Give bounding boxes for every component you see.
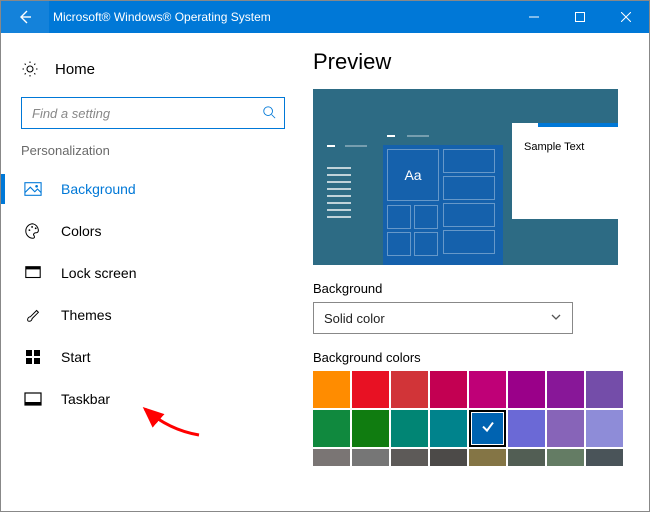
color-swatch[interactable] bbox=[352, 449, 389, 466]
color-swatch[interactable] bbox=[469, 410, 506, 447]
desktop-preview: Aa Sample Text bbox=[313, 89, 618, 265]
nav-item-colors[interactable]: Colors bbox=[21, 210, 297, 252]
dropdown-value: Solid color bbox=[324, 311, 385, 326]
color-swatch[interactable] bbox=[547, 410, 584, 447]
search-input[interactable] bbox=[21, 97, 285, 129]
main-panel: Preview Aa Sample Text Background Solid … bbox=[301, 33, 649, 511]
color-swatch[interactable] bbox=[313, 410, 350, 447]
nav-label: Taskbar bbox=[61, 391, 110, 407]
background-dropdown[interactable]: Solid color bbox=[313, 302, 573, 334]
nav-label: Background bbox=[61, 181, 136, 197]
background-label: Background bbox=[313, 281, 631, 296]
taskbar-icon bbox=[23, 389, 43, 409]
nav-item-taskbar[interactable]: Taskbar bbox=[21, 378, 297, 420]
nav-label: Colors bbox=[61, 223, 101, 239]
nav-label: Themes bbox=[61, 307, 112, 323]
color-swatch[interactable] bbox=[391, 449, 428, 466]
palette-icon bbox=[23, 221, 43, 241]
gear-icon bbox=[21, 60, 39, 78]
nav-item-start[interactable]: Start bbox=[21, 336, 297, 378]
minimize-button[interactable] bbox=[511, 1, 557, 33]
color-swatch[interactable] bbox=[430, 449, 467, 466]
preview-tile-text: Aa bbox=[388, 150, 438, 200]
search-field[interactable] bbox=[30, 105, 262, 122]
window-title: Microsoft® Windows® Operating System bbox=[53, 10, 511, 24]
color-swatch[interactable] bbox=[469, 371, 506, 408]
maximize-button[interactable] bbox=[557, 1, 603, 33]
search-icon bbox=[262, 105, 276, 122]
color-swatch[interactable] bbox=[508, 371, 545, 408]
nav-list: Background Colors Lock screen Themes bbox=[21, 168, 297, 420]
preview-window: Sample Text bbox=[512, 123, 618, 219]
color-swatch[interactable] bbox=[430, 410, 467, 447]
back-button[interactable] bbox=[1, 1, 49, 33]
color-swatch[interactable] bbox=[391, 410, 428, 447]
brush-icon bbox=[23, 305, 43, 325]
window-controls bbox=[511, 1, 649, 33]
nav-item-themes[interactable]: Themes bbox=[21, 294, 297, 336]
color-swatch[interactable] bbox=[547, 371, 584, 408]
color-swatch[interactable] bbox=[313, 449, 350, 466]
color-swatch[interactable] bbox=[313, 371, 350, 408]
arrow-left-icon bbox=[17, 9, 33, 25]
chevron-down-icon bbox=[550, 311, 562, 326]
color-swatch[interactable] bbox=[352, 410, 389, 447]
nav-label: Start bbox=[61, 349, 91, 365]
nav-label: Lock screen bbox=[61, 265, 136, 281]
color-swatch[interactable] bbox=[586, 410, 623, 447]
color-swatches bbox=[313, 371, 631, 466]
preview-sample-text: Sample Text bbox=[512, 127, 618, 153]
color-swatch[interactable] bbox=[508, 410, 545, 447]
color-swatch[interactable] bbox=[352, 371, 389, 408]
color-swatch[interactable] bbox=[508, 449, 545, 466]
color-swatch[interactable] bbox=[586, 449, 623, 466]
home-link[interactable]: Home bbox=[21, 49, 297, 89]
nav-item-lockscreen[interactable]: Lock screen bbox=[21, 252, 297, 294]
section-label: Personalization bbox=[21, 143, 297, 158]
color-swatch[interactable] bbox=[469, 449, 506, 466]
preview-start-tiles: Aa bbox=[383, 145, 503, 265]
check-icon bbox=[480, 418, 496, 437]
titlebar: Microsoft® Windows® Operating System bbox=[1, 1, 649, 33]
color-swatch[interactable] bbox=[430, 371, 467, 408]
home-label: Home bbox=[55, 61, 95, 78]
image-icon bbox=[23, 179, 43, 199]
page-title: Preview bbox=[313, 49, 631, 75]
preview-start-list bbox=[325, 145, 373, 265]
start-icon bbox=[23, 347, 43, 367]
color-swatch[interactable] bbox=[391, 371, 428, 408]
color-swatch[interactable] bbox=[547, 449, 584, 466]
lockscreen-icon bbox=[23, 263, 43, 283]
nav-item-background[interactable]: Background bbox=[21, 168, 297, 210]
colors-label: Background colors bbox=[313, 350, 631, 365]
sidebar: Home Personalization Background Colors bbox=[1, 33, 301, 511]
color-swatch[interactable] bbox=[586, 371, 623, 408]
close-button[interactable] bbox=[603, 1, 649, 33]
